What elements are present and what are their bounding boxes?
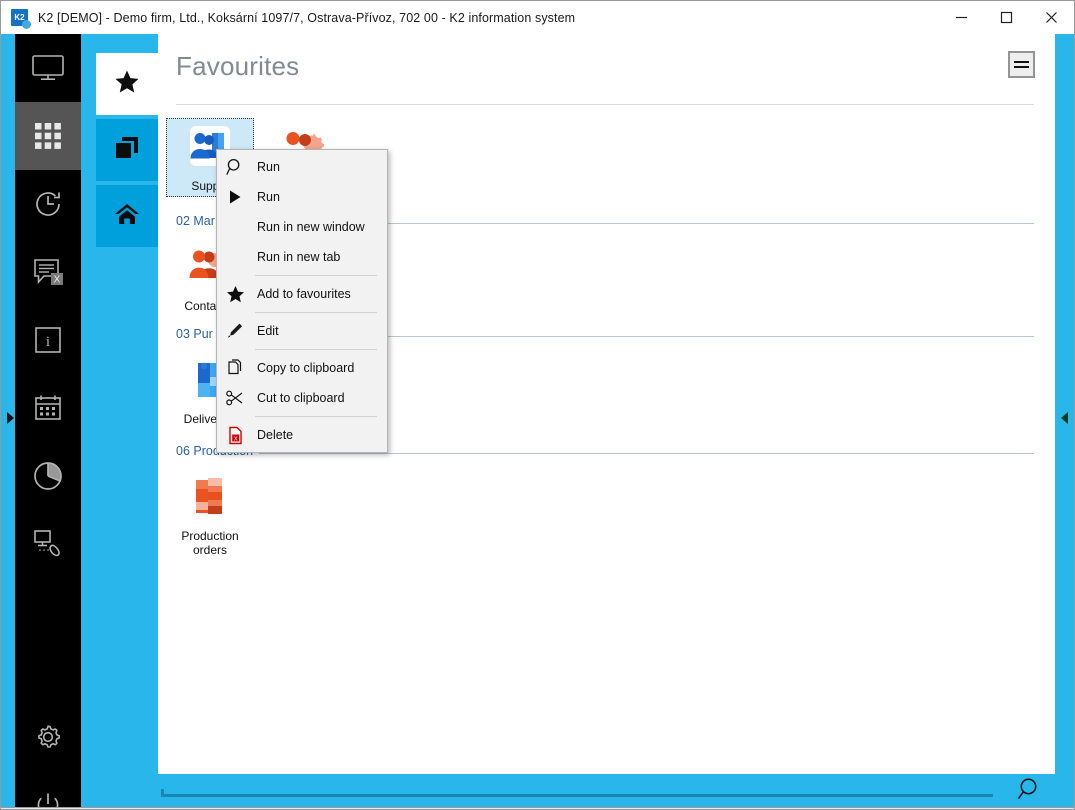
tab-windows[interactable] <box>96 119 158 181</box>
sidebar-item-desktop[interactable] <box>15 34 81 102</box>
section-label: 02 Mar <box>176 214 221 228</box>
sidebar-item-reports[interactable] <box>15 442 81 510</box>
sidebar-item-settings[interactable] <box>15 703 81 771</box>
menu-item-copy-to-clipboard[interactable]: Copy to clipboard <box>217 353 387 383</box>
menu-separator <box>255 349 377 350</box>
windows-stack-icon <box>114 135 140 166</box>
menu-item-run-preview[interactable]: Run <box>217 152 387 182</box>
menu-separator <box>255 312 377 313</box>
svg-text:x: x <box>233 435 237 442</box>
menu-item-label: Add to favourites <box>257 287 351 301</box>
copy-icon <box>217 353 253 383</box>
hamburger-icon[interactable] <box>1008 51 1035 78</box>
pencil-icon <box>217 316 253 346</box>
remote-support-icon <box>32 529 64 559</box>
menu-item-label: Copy to clipboard <box>257 361 355 375</box>
grid-icon <box>34 122 62 150</box>
page-title: Favourites <box>176 51 300 81</box>
app-logo-text: K2 <box>14 13 25 22</box>
sidebar-item-history[interactable] <box>15 170 81 238</box>
app-logo-icon: K2 <box>11 9 31 29</box>
application-window: K2 K2 [DEMO] - Demo firm, Ltd., Koksární… <box>0 0 1075 810</box>
sidebar-item-information[interactable]: i <box>15 306 81 374</box>
tab-home[interactable] <box>96 185 158 247</box>
menu-item-label: Run <box>257 190 280 204</box>
delete-file-icon: x <box>217 420 253 450</box>
tile-production-orders[interactable]: Production orders <box>166 468 254 561</box>
pie-chart-icon <box>32 460 64 492</box>
menu-item-label: Delete <box>257 428 294 442</box>
sidebar-item-exit[interactable] <box>15 771 81 809</box>
menu-item-edit[interactable]: Edit <box>217 316 387 346</box>
scissors-icon <box>217 383 253 413</box>
title-bar[interactable]: K2 K2 [DEMO] - Demo firm, Ltd., Koksární… <box>1 1 1074 34</box>
collapse-right-arrow-icon[interactable] <box>1060 410 1070 426</box>
tile-label: Production orders <box>181 529 239 557</box>
tile-grid: Production orders <box>158 462 1055 561</box>
menu-separator <box>255 416 377 417</box>
sidebar-item-modules[interactable] <box>15 102 81 170</box>
menu-item-label: Cut to clipboard <box>257 391 345 405</box>
menu-item-add-to-favourites[interactable]: Add to favourites <box>217 279 387 309</box>
home-icon <box>114 201 140 232</box>
svg-text:i: i <box>46 334 50 350</box>
clock-history-icon <box>32 188 64 220</box>
minimize-button[interactable] <box>939 1 984 33</box>
menu-item-label: Edit <box>257 324 279 338</box>
hamburger-bar <box>1014 66 1029 68</box>
sidebar-item-messages[interactable]: X <box>15 238 81 306</box>
section-06-production: 06 Production Production orders <box>158 444 1055 561</box>
star-icon <box>217 279 253 309</box>
close-button[interactable] <box>1029 1 1074 33</box>
title-bar-left: K2 K2 [DEMO] - Demo firm, Ltd., Koksární… <box>1 1 575 34</box>
magnifier-icon <box>217 152 253 182</box>
calendar-icon <box>34 394 62 422</box>
gear-icon <box>33 722 63 752</box>
hamburger-bar <box>1014 61 1029 63</box>
title-divider <box>176 104 1034 105</box>
svg-text:X: X <box>54 275 61 286</box>
menu-item-run[interactable]: Run <box>217 182 387 212</box>
search-input[interactable] <box>161 789 993 797</box>
window-title: K2 [DEMO] - Demo firm, Ltd., Koksární 10… <box>38 10 576 25</box>
blank-icon <box>217 212 253 242</box>
sidebar-item-support[interactable] <box>15 510 81 578</box>
search-icon[interactable] <box>1015 776 1043 804</box>
menu-item-label: Run in new tab <box>257 250 341 264</box>
play-icon <box>217 182 253 212</box>
production-orders-icon <box>184 474 236 522</box>
context-menu: Run Run Run in new window Run in new tab… <box>216 149 388 453</box>
menu-separator <box>255 275 377 276</box>
menu-item-run-in-new-window[interactable]: Run in new window <box>217 212 387 242</box>
secondary-tab-rail <box>96 53 158 257</box>
section-label: 03 Pur <box>176 327 219 341</box>
section-rule <box>176 453 1034 454</box>
window-controls <box>939 1 1074 33</box>
monitor-icon <box>31 54 65 82</box>
tab-favourites[interactable] <box>96 53 158 115</box>
blank-icon <box>217 242 253 272</box>
message-x-icon: X <box>32 257 64 287</box>
menu-item-delete[interactable]: x Delete <box>217 420 387 450</box>
expand-left-arrow-icon[interactable] <box>5 410 15 426</box>
menu-item-run-in-new-tab[interactable]: Run in new tab <box>217 242 387 272</box>
menu-item-label: Run in new window <box>257 220 365 234</box>
maximize-button[interactable] <box>984 1 1029 33</box>
info-icon: i <box>35 327 61 353</box>
primary-navigation-rail: X i <box>15 34 81 809</box>
sidebar-item-calendar[interactable] <box>15 374 81 442</box>
star-icon <box>114 69 140 100</box>
menu-item-cut-to-clipboard[interactable]: Cut to clipboard <box>217 383 387 413</box>
menu-item-label: Run <box>257 160 280 174</box>
search-bar <box>158 774 1055 807</box>
